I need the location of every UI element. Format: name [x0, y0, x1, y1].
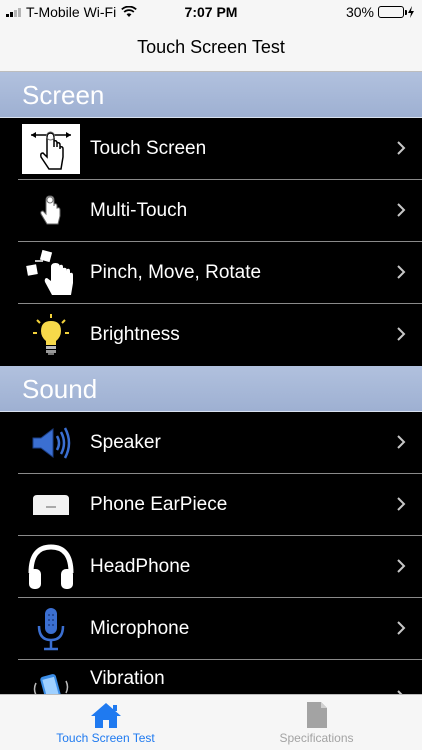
icon-container: [22, 603, 80, 654]
chevron-right-icon: [396, 558, 406, 579]
tab-label: Touch Screen Test: [56, 731, 155, 745]
chevron-right-icon: [396, 264, 406, 285]
vibration-icon: [33, 674, 69, 694]
item-label: Multi-Touch: [90, 199, 188, 221]
item-label: HeadPhone: [90, 555, 191, 577]
list-item-headphone[interactable]: HeadPhone: [18, 536, 422, 598]
chevron-right-icon: [396, 202, 406, 223]
icon-container: [22, 541, 80, 592]
section-title: Sound: [22, 374, 98, 404]
list-item-multi-touch[interactable]: Multi-Touch: [18, 180, 422, 242]
tab-specifications[interactable]: Specifications: [211, 695, 422, 750]
bulb-icon: [33, 314, 69, 355]
item-label: Phone EarPiece: [90, 493, 228, 515]
speaker-icon: [32, 426, 71, 459]
icon-container: [22, 247, 80, 298]
home-icon: [90, 703, 121, 728]
item-label: Speaker: [90, 431, 161, 453]
multi-touch-icon: [40, 194, 61, 224]
battery-group: 30%: [346, 4, 414, 20]
icon-container: [22, 185, 80, 236]
chevron-right-icon: [396, 140, 406, 161]
tab-bar: Touch Screen Test Specifications: [0, 694, 422, 750]
tab-label: Specifications: [279, 731, 354, 745]
battery-icon: [378, 6, 407, 18]
test-list[interactable]: Screen Touch Screen Multi-Touch Pinch, M…: [0, 72, 422, 694]
battery-percent: 30%: [345, 4, 374, 20]
list-item-microphone[interactable]: Microphone: [18, 598, 422, 660]
charging-icon: [408, 6, 414, 18]
list-item-brightness[interactable]: Brightness: [18, 304, 422, 366]
item-label: Microphone: [90, 617, 190, 639]
item-label: Touch Screen: [90, 137, 207, 159]
list-item-pinch-move-rotate[interactable]: Pinch, Move, Rotate: [18, 242, 422, 304]
section-title: Screen: [22, 80, 105, 110]
list-item-phone-earpiece[interactable]: Phone EarPiece: [18, 474, 422, 536]
status-bar: T-Mobile Wi-Fi 7:07 PM 30%: [0, 0, 422, 24]
document-icon: [306, 702, 327, 728]
list-item-vibration[interactable]: Vibration: [18, 660, 422, 694]
icon-container: [22, 123, 80, 174]
section-header-screen: Screen: [0, 72, 422, 118]
item-label: Pinch, Move, Rotate: [90, 261, 262, 283]
item-label: Brightness: [90, 324, 180, 345]
touch-screen-icon: [31, 131, 71, 170]
section-header-sound: Sound: [0, 366, 422, 412]
item-label: Vibration: [90, 668, 165, 689]
icon-container: [22, 310, 80, 360]
pinch-icon: [26, 249, 73, 295]
tab-touch-screen-test[interactable]: Touch Screen Test: [0, 695, 211, 750]
chevron-right-icon: [396, 496, 406, 517]
icon-container: [22, 479, 80, 530]
navigation-bar: Touch Screen Test: [0, 24, 422, 72]
headphone-icon: [28, 543, 74, 589]
chevron-right-icon: [396, 326, 406, 347]
earpiece-icon: [33, 494, 69, 515]
chevron-right-icon: [396, 434, 406, 455]
microphone-icon: [37, 607, 65, 650]
list-item-touch-screen[interactable]: Touch Screen: [18, 118, 422, 180]
chevron-right-icon: [396, 620, 406, 641]
icon-container: [22, 417, 80, 468]
list-item-speaker[interactable]: Speaker: [18, 412, 422, 474]
icon-container: [22, 666, 80, 694]
page-title: Touch Screen Test: [137, 37, 285, 57]
